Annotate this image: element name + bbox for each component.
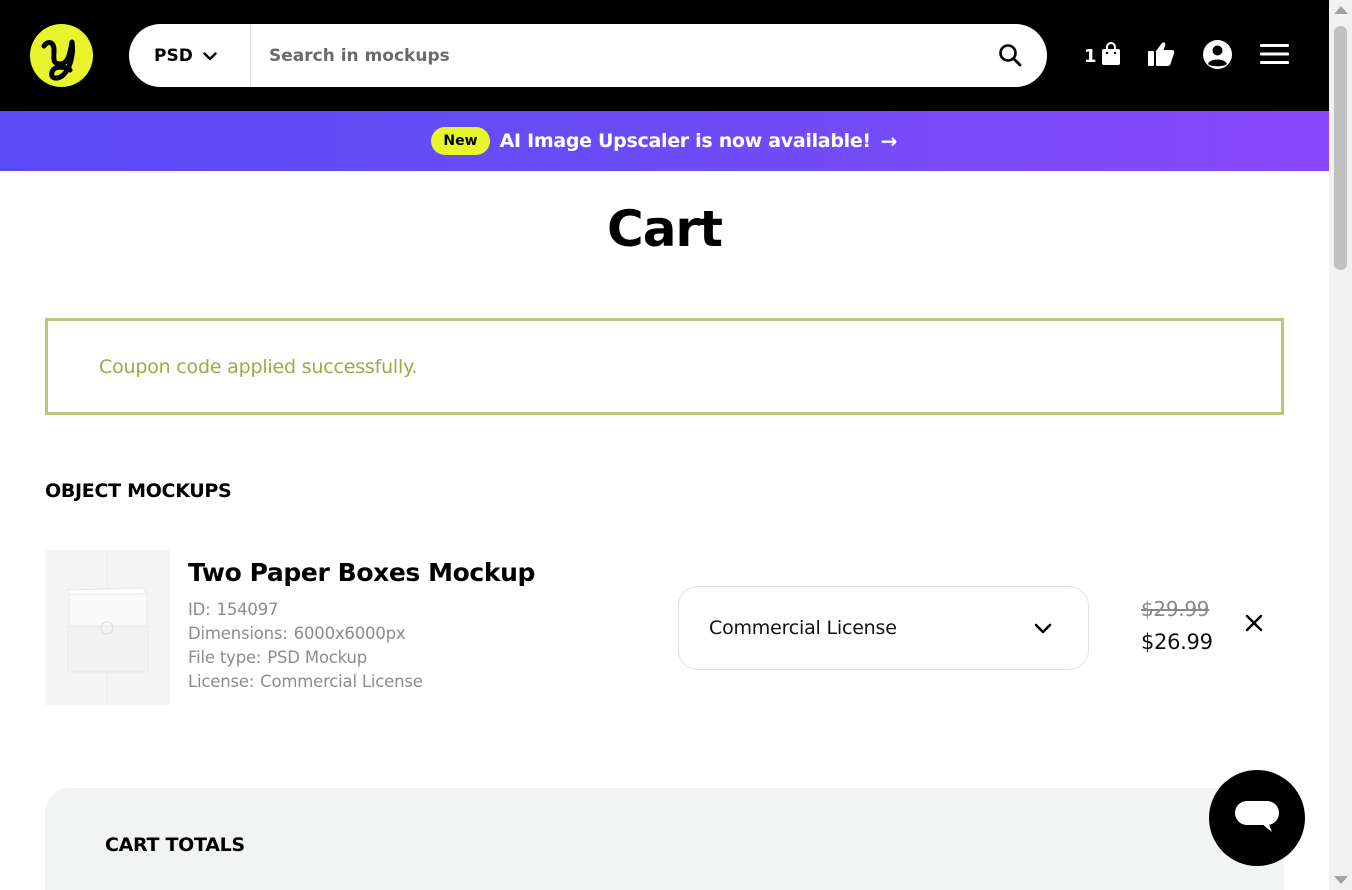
license-select-value: Commercial License: [709, 617, 897, 639]
section-title: OBJECT MOCKUPS: [45, 480, 232, 502]
item-id-value: 154097: [216, 600, 279, 619]
close-icon[interactable]: [1243, 612, 1265, 634]
license-select[interactable]: Commercial License: [678, 586, 1089, 670]
coupon-notice: Coupon code applied successfully.: [45, 318, 1284, 415]
page-title: Cart: [607, 200, 723, 258]
thumbs-up-icon: [1147, 41, 1175, 71]
search-input[interactable]: [269, 24, 969, 87]
item-filetype-label: File type:: [188, 648, 262, 667]
scrollbar-thumb[interactable]: [1334, 26, 1347, 270]
cart-totals-title: CART TOTALS: [105, 834, 245, 856]
logo-icon[interactable]: [30, 24, 93, 87]
scroll-down-arrow-icon[interactable]: [1334, 876, 1348, 884]
banner-text: AI Image Upscaler is now available!: [499, 130, 872, 152]
chat-button[interactable]: [1209, 770, 1305, 866]
chevron-down-icon: [1034, 620, 1052, 639]
new-badge: New: [431, 127, 490, 155]
search-type-dropdown[interactable]: PSD: [129, 24, 251, 87]
item-dimensions-label: Dimensions:: [188, 624, 288, 643]
account-button[interactable]: [1202, 39, 1233, 74]
scroll-up-arrow-icon[interactable]: [1334, 6, 1348, 14]
search-icon[interactable]: [997, 42, 1025, 70]
search-type-label: PSD: [154, 45, 193, 66]
shopping-bag-icon: [1101, 42, 1121, 70]
arrow-right-icon: →: [880, 129, 898, 153]
chevron-down-icon: [203, 46, 217, 65]
price-discounted: $26.99: [1141, 630, 1213, 654]
site-header: PSD 1: [0, 0, 1329, 111]
item-license-value: Commercial License: [260, 672, 423, 691]
scrollbar[interactable]: [1329, 0, 1352, 890]
search-bar: PSD: [129, 24, 1047, 87]
item-id: ID: 154097: [188, 600, 279, 619]
favorites-button[interactable]: [1147, 40, 1175, 72]
chat-icon: [1234, 798, 1280, 838]
cart-totals-panel: CART TOTALS: [45, 788, 1284, 890]
item-name[interactable]: Two Paper Boxes Mockup: [188, 558, 535, 587]
item-license: License: Commercial License: [188, 672, 423, 691]
item-id-label: ID:: [188, 600, 211, 619]
menu-icon: [1260, 43, 1289, 69]
user-icon: [1202, 39, 1233, 74]
cart-button[interactable]: 1: [1084, 40, 1121, 72]
item-dimensions: Dimensions: 6000x6000px: [188, 624, 406, 643]
item-dimensions-value: 6000x6000px: [293, 624, 406, 643]
announcement-banner[interactable]: New AI Image Upscaler is now available! …: [0, 111, 1329, 171]
item-filetype: File type: PSD Mockup: [188, 648, 367, 667]
menu-button[interactable]: [1260, 40, 1289, 72]
item-license-label: License:: [188, 672, 255, 691]
notice-text: Coupon code applied successfully.: [99, 355, 418, 378]
price-original: $29.99: [1141, 597, 1210, 621]
cart-count: 1: [1084, 45, 1097, 67]
item-thumbnail[interactable]: [45, 550, 170, 705]
item-filetype-value: PSD Mockup: [267, 648, 368, 667]
